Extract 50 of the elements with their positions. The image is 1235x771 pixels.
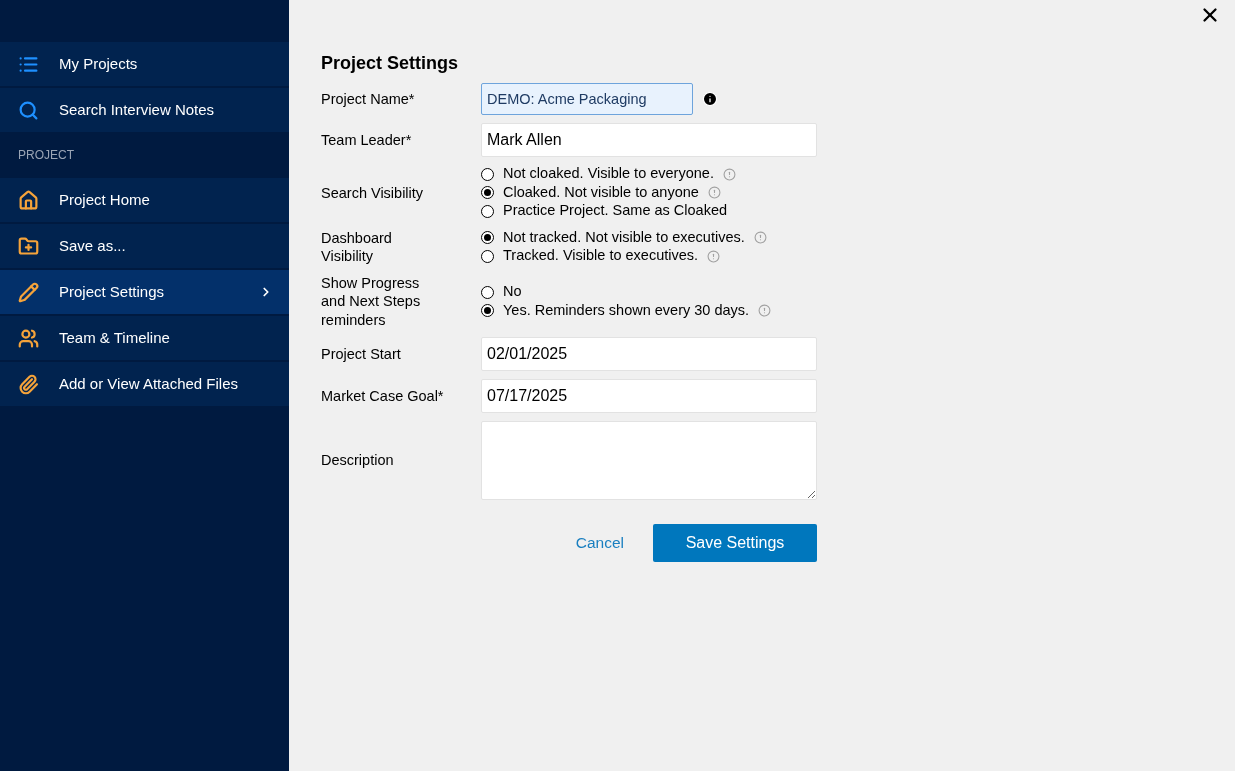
- field-label: Project Start: [321, 344, 402, 364]
- info-hint-icon: [758, 304, 772, 317]
- section-label: PROJECT: [18, 147, 74, 164]
- sidebar-item[interactable]: Project Settings: [0, 270, 289, 314]
- sidebar-item[interactable]: My Projects: [0, 42, 289, 86]
- field-label: Search Visibility: [321, 183, 425, 202]
- save-settings-button[interactable]: Save Settings: [653, 524, 817, 562]
- radio-button[interactable]: [481, 167, 494, 181]
- field-label: Description: [321, 451, 395, 470]
- radio-button[interactable]: [481, 249, 494, 263]
- radio-button[interactable]: [481, 204, 494, 218]
- radio-button[interactable]: [481, 231, 494, 245]
- radio-button[interactable]: [481, 304, 494, 317]
- folder-plus-icon: [18, 235, 39, 257]
- sidebar-item[interactable]: Save as...: [0, 224, 289, 268]
- form-title: Project Settings: [321, 52, 460, 75]
- field-label: Show Progress and Next Steps reminders: [321, 273, 422, 329]
- sidebar-item[interactable]: Team & Timeline: [0, 316, 289, 360]
- people-icon: [18, 327, 39, 349]
- radio-button[interactable]: [481, 285, 494, 299]
- input-field[interactable]: DEMO: Acme Packaging: [481, 83, 693, 115]
- info-hint-icon: [707, 186, 721, 200]
- radio-label: Practice Project. Same as Cloaked: [503, 201, 728, 221]
- field-label: Team Leader*: [321, 130, 413, 150]
- info-icon: [702, 91, 718, 107]
- input-field[interactable]: Mark Allen: [481, 123, 817, 157]
- radio-label: Yes. Reminders shown every 30 days.: [503, 300, 750, 320]
- pencil-icon: [18, 281, 39, 303]
- input-field[interactable]: 02/01/2025: [481, 337, 817, 371]
- field-label: Project Name*: [321, 89, 416, 109]
- paperclip-icon: [18, 373, 39, 395]
- radio-label: Tracked. Visible to executives.: [503, 246, 699, 266]
- search-icon: [18, 99, 39, 121]
- radio-button[interactable]: [481, 186, 494, 200]
- radio-label: Not tracked. Not visible to executives.: [503, 227, 745, 247]
- field-label: Market Case Goal*: [321, 386, 445, 406]
- input-field[interactable]: 07/17/2025: [481, 379, 817, 413]
- info-hint-icon: [722, 167, 736, 181]
- radio-label: Cloaked. Not visible to anyone: [503, 182, 699, 202]
- description-field[interactable]: [481, 421, 817, 500]
- radio-label: No: [503, 282, 522, 302]
- info-hint-icon: [753, 231, 767, 245]
- field-label: Dashboard Visibility: [321, 228, 393, 266]
- info-hint-icon: [707, 249, 721, 263]
- cancel-link[interactable]: Cancel: [575, 531, 624, 555]
- house-icon: [18, 189, 39, 211]
- sidebar-item[interactable]: Project Home: [0, 178, 289, 222]
- radio-label: Not cloaked. Visible to everyone.: [503, 164, 714, 184]
- sidebar-item[interactable]: Add or View Attached Files: [0, 362, 289, 406]
- sidebar-item[interactable]: Search Interview Notes: [0, 88, 289, 132]
